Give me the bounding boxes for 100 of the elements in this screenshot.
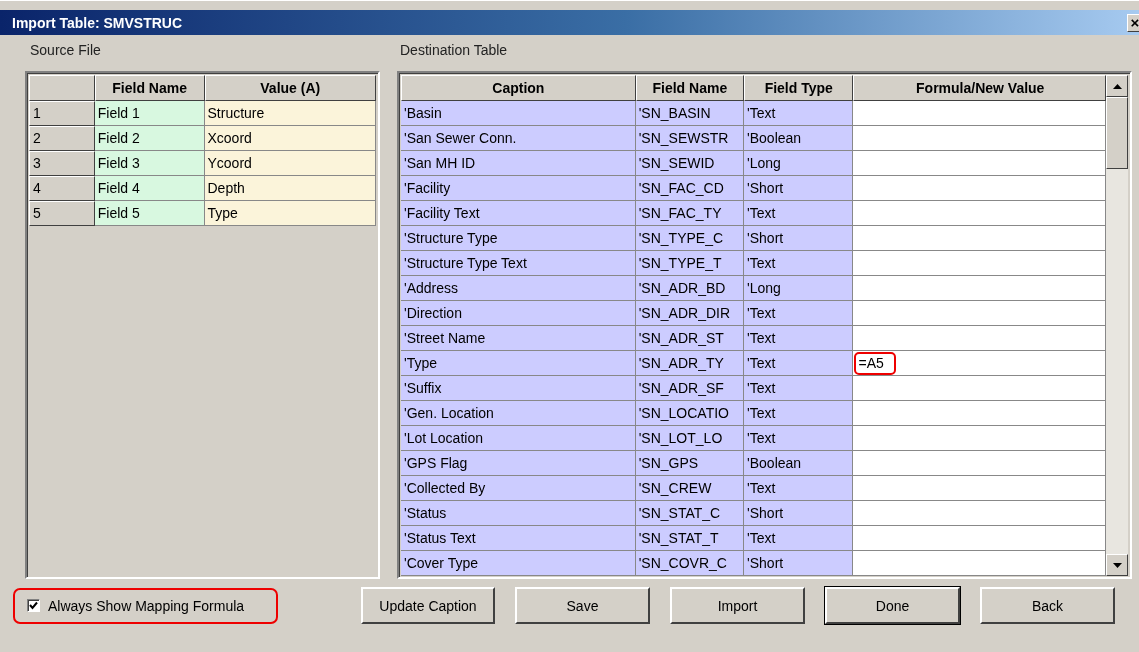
table-cell: Field 2 <box>94 126 205 151</box>
table-cell: 'Text <box>744 326 854 351</box>
close-button[interactable]: × <box>1127 13 1139 32</box>
table-cell: 'SN_SEWID <box>635 151 745 176</box>
formula-cell[interactable] <box>853 326 1106 351</box>
formula-cell[interactable] <box>853 251 1106 276</box>
table-cell: 'Direction <box>401 301 636 326</box>
formula-cell[interactable] <box>853 301 1106 326</box>
column-header: Caption <box>401 75 636 101</box>
dialog-button[interactable]: Back <box>980 587 1115 624</box>
table-cell: 'SN_ADR_DIR <box>635 301 745 326</box>
dialog-button[interactable]: Import <box>670 587 805 624</box>
table-cell: Field 3 <box>94 151 205 176</box>
table-cell: 'Structure Type Text <box>401 251 636 276</box>
table-cell: 'SN_SEWSTR <box>635 126 745 151</box>
column-header: Field Type <box>744 75 854 101</box>
checkbox[interactable] <box>27 599 40 612</box>
formula-cell[interactable] <box>853 451 1106 476</box>
table-cell: 'Collected By <box>401 476 636 501</box>
table-cell: 'Text <box>744 426 854 451</box>
table-cell: 'SN_GPS <box>635 451 745 476</box>
table-cell: 'Long <box>744 151 854 176</box>
table-cell: 'Text <box>744 376 854 401</box>
table-cell: 'SN_TYPE_T <box>635 251 745 276</box>
formula-cell[interactable] <box>853 526 1106 551</box>
formula-cell[interactable] <box>853 151 1106 176</box>
table-cell: 'Text <box>744 476 854 501</box>
table-cell: Field 4 <box>94 176 205 201</box>
formula-cell[interactable] <box>853 501 1106 526</box>
window-title: Import Table: SMVSTRUC <box>12 14 183 31</box>
formula-cell[interactable] <box>853 426 1106 451</box>
row-number: 4 <box>29 176 95 201</box>
formula-cell[interactable] <box>853 401 1106 426</box>
table-cell: 'Street Name <box>401 326 636 351</box>
table-cell: 'Boolean <box>744 451 854 476</box>
table-cell: Ycoord <box>204 151 376 176</box>
formula-cell[interactable] <box>853 226 1106 251</box>
table-cell: 'Facility Text <box>401 201 636 226</box>
table-cell: 'Text <box>744 351 854 376</box>
table-cell: Depth <box>204 176 376 201</box>
checkbox-label[interactable]: Always Show Mapping Formula <box>48 597 245 614</box>
table-cell: 'SN_STAT_C <box>635 501 745 526</box>
row-number: 5 <box>29 201 95 226</box>
column-header: Value (A) <box>204 75 376 101</box>
column-header: Field Name <box>635 75 745 101</box>
column-header: Field Name <box>94 75 205 101</box>
row-number: 1 <box>29 101 95 126</box>
formula-cell[interactable]: =A5 <box>853 351 1106 376</box>
table-cell: 'Short <box>744 226 854 251</box>
formula-cell[interactable] <box>853 176 1106 201</box>
table-cell: 'Structure Type <box>401 226 636 251</box>
dialog-button[interactable]: Update Caption <box>361 587 495 624</box>
table-cell: 'Cover Type <box>401 551 636 576</box>
dialog-button[interactable]: Save <box>515 587 650 624</box>
table-cell: 'Text <box>744 101 854 126</box>
table-cell: Xcoord <box>204 126 376 151</box>
table-cell: 'Text <box>744 526 854 551</box>
table-cell: 'SN_TYPE_C <box>635 226 745 251</box>
formula-cell[interactable] <box>853 101 1106 126</box>
table-cell: 'SN_STAT_T <box>635 526 745 551</box>
table-cell: 'SN_ADR_ST <box>635 326 745 351</box>
dialog-button[interactable]: Done <box>825 587 960 624</box>
table-cell: 'San MH ID <box>401 151 636 176</box>
table-cell: 'SN_CREW <box>635 476 745 501</box>
table-cell: 'Text <box>744 251 854 276</box>
corner-cell <box>29 75 95 101</box>
formula-cell[interactable] <box>853 376 1106 401</box>
scrollbar[interactable] <box>1106 75 1128 576</box>
table-cell: 'SN_COVR_C <box>635 551 745 576</box>
table-cell: 'Short <box>744 551 854 576</box>
down-arrow-icon <box>1112 562 1122 568</box>
table-cell: Type <box>204 201 376 226</box>
table-cell: 'SN_ADR_SF <box>635 376 745 401</box>
formula-value: =A5 <box>854 351 896 375</box>
up-arrow-icon <box>1112 83 1122 89</box>
formula-cell[interactable] <box>853 201 1106 226</box>
formula-cell[interactable] <box>853 126 1106 151</box>
scroll-up-button[interactable] <box>1106 75 1128 97</box>
scroll-down-button[interactable] <box>1106 554 1128 576</box>
table-cell: 'Type <box>401 351 636 376</box>
table-cell: 'SN_LOCATIO <box>635 401 745 426</box>
table-cell: 'Status Text <box>401 526 636 551</box>
table-cell: 'Text <box>744 401 854 426</box>
table-cell: 'SN_BASIN <box>635 101 745 126</box>
scroll-thumb[interactable] <box>1106 97 1128 169</box>
table-cell: Structure <box>204 101 376 126</box>
formula-cell[interactable] <box>853 276 1106 301</box>
table-cell: 'Address <box>401 276 636 301</box>
table-cell: 'Lot Location <box>401 426 636 451</box>
table-cell: 'SN_FAC_TY <box>635 201 745 226</box>
row-number: 2 <box>29 126 95 151</box>
table-cell: 'Short <box>744 501 854 526</box>
table-cell: 'GPS Flag <box>401 451 636 476</box>
table-cell: 'Facility <box>401 176 636 201</box>
table-cell: 'Gen. Location <box>401 401 636 426</box>
table-cell: 'SN_LOT_LO <box>635 426 745 451</box>
table-cell: 'SN_ADR_BD <box>635 276 745 301</box>
formula-cell[interactable] <box>853 476 1106 501</box>
column-header: Formula/New Value <box>853 75 1106 101</box>
formula-cell[interactable] <box>853 551 1106 576</box>
